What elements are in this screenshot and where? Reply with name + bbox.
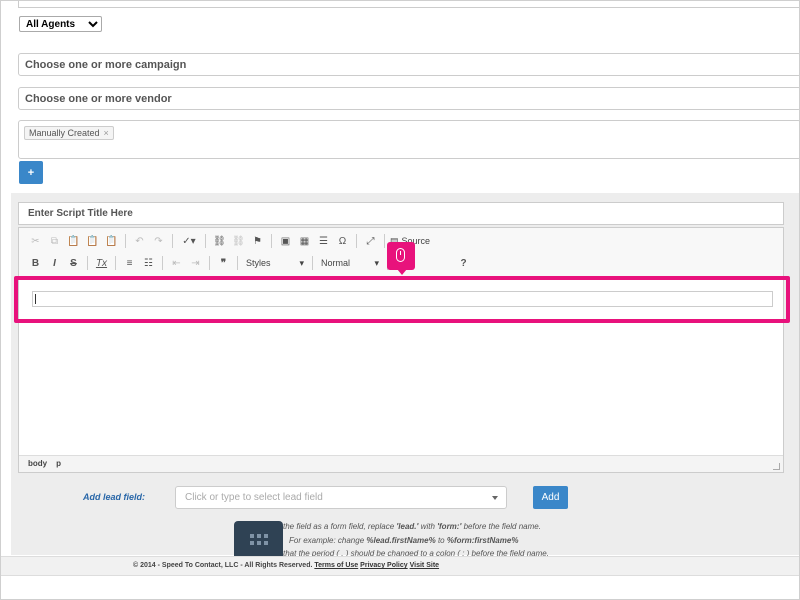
path-p[interactable]: p: [56, 459, 61, 468]
bold-button[interactable]: B: [27, 254, 44, 272]
toolbar-separator: [87, 256, 88, 270]
toolbar-separator: [205, 234, 206, 248]
tag-label: Manually Created: [29, 128, 100, 138]
format-dropdown[interactable]: Normal ▾: [318, 255, 382, 271]
lead-field-placeholder: Click or type to select lead field: [185, 492, 323, 503]
bulleted-list-icon[interactable]: ☷: [140, 254, 157, 272]
toolbar-separator: [162, 256, 163, 270]
hint-code: 'lead.': [396, 522, 419, 531]
numbered-list-icon[interactable]: ≡: [121, 254, 138, 272]
lead-field-label: Add lead field:: [83, 492, 146, 502]
hint-text: the field as a form field, replace: [283, 522, 397, 531]
blockquote-icon[interactable]: ❞: [215, 254, 232, 272]
toolbar-separator: [312, 256, 313, 270]
hint-code: 'form:': [437, 522, 462, 531]
redo-icon[interactable]: ↷: [150, 232, 167, 250]
keypad-button[interactable]: [234, 521, 283, 561]
hint-line-2: For example: change %lead.firstName% to …: [289, 536, 518, 545]
indent-icon[interactable]: ⇥: [187, 254, 204, 272]
tag-chip: Manually Created ×: [24, 126, 114, 140]
toolbar-separator: [384, 234, 385, 248]
toolbar-separator: [237, 256, 238, 270]
script-title-placeholder: Enter Script Title Here: [28, 208, 133, 219]
grid-icon: [250, 534, 268, 546]
paste-text-icon[interactable]: 📋: [84, 232, 101, 250]
toolbar-separator: [125, 234, 126, 248]
footer-text: © 2014 - Speed To Contact, LLC - All Rig…: [133, 562, 439, 569]
hint-text: to: [435, 536, 447, 545]
help-button[interactable]: ?: [455, 254, 472, 272]
toolbar-separator: [209, 256, 210, 270]
element-path-bar: body p: [19, 455, 783, 472]
add-filter-button[interactable]: +: [19, 161, 43, 184]
special-char-icon[interactable]: Ω: [334, 232, 351, 250]
toolbar-separator: [115, 256, 116, 270]
hint-code: %lead.firstName%: [366, 536, 436, 545]
campaign-select[interactable]: Choose one or more campaign: [18, 53, 799, 76]
hint-text: For example: change: [289, 536, 367, 545]
hint-code: %form:firstName%: [446, 536, 519, 545]
toolbar-separator: [172, 234, 173, 248]
link-icon[interactable]: ⛓: [211, 232, 228, 250]
copyright-text: © 2014 - Speed To Contact, LLC - All Rig…: [133, 562, 313, 569]
toolbar-separator: [271, 234, 272, 248]
chevron-down-icon: ▾: [299, 257, 304, 268]
privacy-link[interactable]: Privacy Policy: [360, 562, 407, 569]
styles-label: Styles: [246, 258, 271, 268]
vendor-placeholder: Choose one or more vendor: [25, 93, 172, 105]
click-target-highlight: [14, 276, 790, 323]
copy-icon[interactable]: ⧉: [46, 232, 63, 250]
chevron-down-icon: [492, 496, 498, 500]
path-body[interactable]: body: [28, 459, 47, 468]
app-frame: All Agents Choose one or more campaign C…: [0, 0, 800, 600]
maximize-icon[interactable]: ⤢: [362, 232, 379, 250]
paste-word-icon[interactable]: 📋: [103, 232, 120, 250]
unlink-icon[interactable]: ⛓: [230, 232, 247, 250]
chevron-down-icon: ▾: [374, 257, 379, 268]
mouse-icon: [396, 248, 405, 262]
cut-icon[interactable]: ✂: [27, 232, 44, 250]
vendor-select[interactable]: Choose one or more vendor: [18, 87, 799, 110]
paste-icon[interactable]: 📋: [65, 232, 82, 250]
anchor-flag-icon[interactable]: ⚑: [249, 232, 266, 250]
remove-format-button[interactable]: Tx: [93, 254, 110, 272]
styles-dropdown[interactable]: Styles ▾: [243, 255, 307, 271]
spellcheck-icon[interactable]: ✓▾: [178, 232, 200, 250]
visit-site-link[interactable]: Visit Site: [410, 562, 439, 569]
agent-select[interactable]: All Agents: [19, 16, 102, 32]
tag-input[interactable]: Manually Created ×: [18, 120, 799, 159]
outdent-icon[interactable]: ⇤: [168, 254, 185, 272]
image-icon[interactable]: ▣: [277, 232, 294, 250]
strike-button[interactable]: S: [65, 254, 82, 272]
campaign-placeholder: Choose one or more campaign: [25, 59, 187, 71]
remove-tag-icon[interactable]: ×: [104, 128, 109, 138]
terms-link[interactable]: Terms of Use: [314, 562, 358, 569]
mouse-click-badge: [387, 242, 415, 275]
toolbar-row-1: ✂ ⧉ 📋 📋 📋 ↶ ↷ ✓▾ ⛓ ⛓ ⚑ ▣ ▦ ☰ Ω ⤢ ▤ Sourc…: [27, 231, 430, 251]
script-title-input[interactable]: Enter Script Title Here: [18, 202, 784, 225]
hint-text: with: [418, 522, 438, 531]
hint-text: before the field name.: [461, 522, 541, 531]
italic-button[interactable]: I: [46, 254, 63, 272]
undo-icon[interactable]: ↶: [131, 232, 148, 250]
top-field-edge: [18, 1, 799, 8]
table-icon[interactable]: ▦: [296, 232, 313, 250]
horizontal-line-icon[interactable]: ☰: [315, 232, 332, 250]
bg-color-icon[interactable]: [419, 254, 453, 272]
lead-field-select[interactable]: Click or type to select lead field: [175, 486, 507, 509]
add-lead-field-button[interactable]: Add: [533, 486, 568, 509]
hint-line-1: the field as a form field, replace 'lead…: [283, 522, 541, 531]
page-footer: © 2014 - Speed To Contact, LLC - All Rig…: [1, 556, 799, 576]
resize-grip-icon[interactable]: [773, 463, 780, 470]
toolbar-separator: [356, 234, 357, 248]
format-label: Normal: [321, 258, 351, 268]
